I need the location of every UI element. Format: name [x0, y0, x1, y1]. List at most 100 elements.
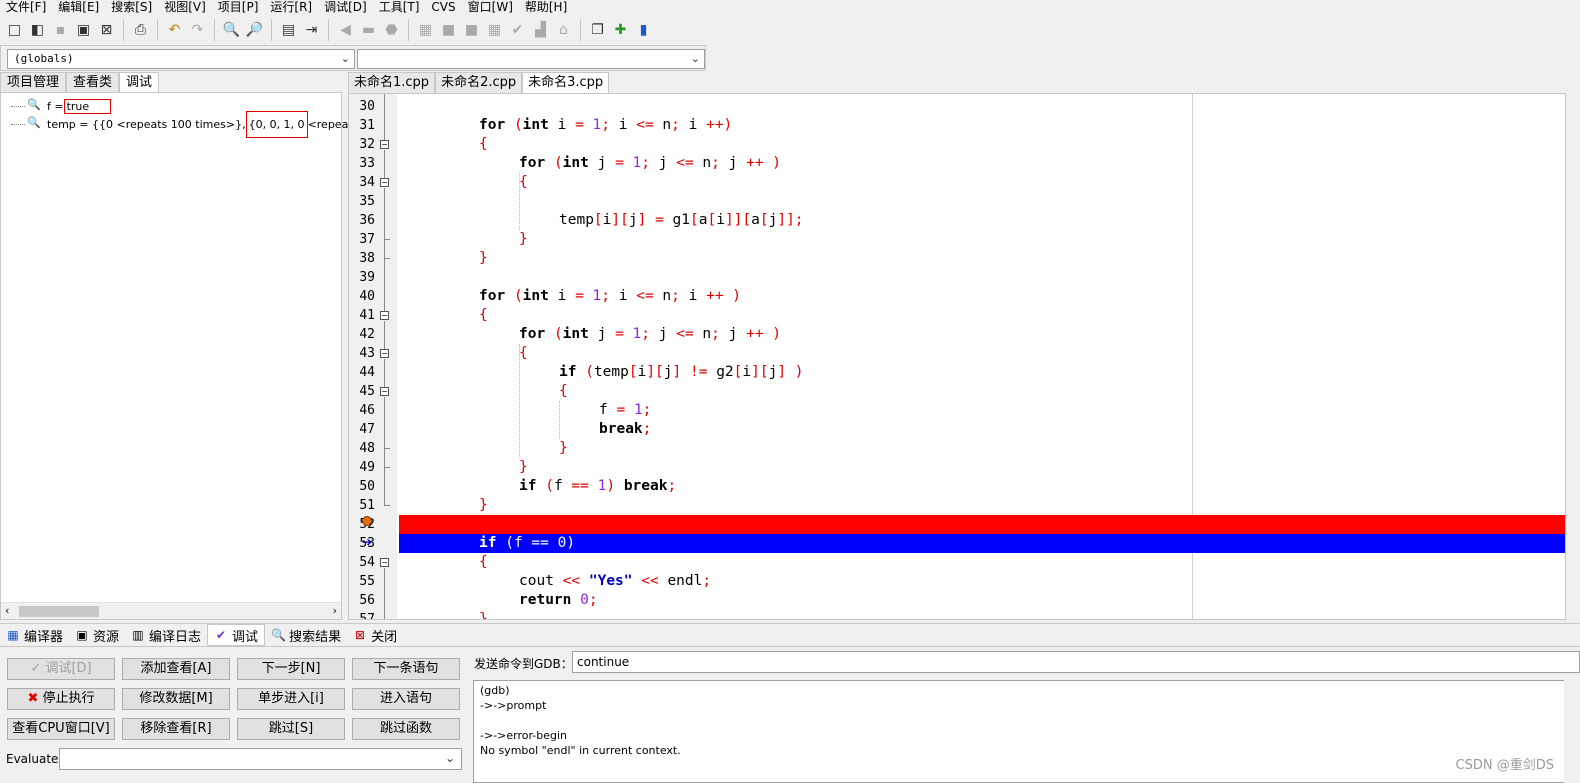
stop-icon[interactable]: ⬣: [381, 20, 402, 41]
tab-file-3[interactable]: 未命名3.cpp: [522, 72, 610, 93]
new-file-icon[interactable]: □: [4, 20, 25, 41]
menu-project[interactable]: 项目[P]: [212, 0, 265, 15]
menu-file[interactable]: 文件[F]: [0, 0, 52, 15]
toolbar-separator: [123, 19, 124, 41]
tab-debug-panel[interactable]: ✔ 调试: [207, 624, 266, 646]
fold-line: [384, 150, 385, 178]
fold-line: [384, 188, 385, 311]
breakpoint-icon[interactable]: [362, 516, 372, 526]
menu-window[interactable]: 窗口[W]: [462, 0, 519, 15]
horizontal-scrollbar[interactable]: ‹ ›: [1, 602, 341, 619]
tab-file-2[interactable]: 未命名2.cpp: [435, 72, 523, 93]
code-line-57: }: [479, 611, 488, 620]
tab-class-browser[interactable]: 查看类: [66, 72, 120, 92]
close-file-icon[interactable]: ⊠: [96, 20, 117, 41]
chart-icon[interactable]: ▟: [530, 20, 551, 41]
watch-value: {0, 0, 1, 0: [245, 110, 308, 138]
fold-toggle-icon[interactable]: −: [380, 558, 389, 567]
fold-toggle-icon[interactable]: −: [380, 311, 389, 320]
code-line-34: {: [519, 174, 528, 190]
fold-toggle-icon[interactable]: −: [380, 140, 389, 149]
modify-data-button[interactable]: 修改数据[M]: [122, 688, 230, 710]
execution-arrow-icon: ➔: [362, 535, 373, 549]
current-execution-line: if (f == 0): [399, 534, 1565, 553]
menu-tools[interactable]: 工具[T]: [373, 0, 426, 15]
tab-debug[interactable]: 调试: [119, 72, 160, 92]
chevron-down-icon[interactable]: ⌄: [445, 751, 455, 765]
evaluate-input[interactable]: ⌄: [59, 748, 462, 770]
scroll-right-icon[interactable]: ›: [333, 604, 337, 617]
print-icon[interactable]: ⎙: [130, 20, 151, 41]
add-watch-button[interactable]: 添加查看[A]: [122, 658, 230, 680]
tab-search-results[interactable]: 🔍 搜索结果: [265, 624, 347, 646]
tab-compiler[interactable]: ▦ 编译器: [0, 624, 69, 646]
line-number: 56: [359, 593, 375, 608]
into-statement-button[interactable]: 进入语句: [352, 688, 460, 710]
save-icon[interactable]: ▪: [50, 20, 71, 41]
gdb-output-line: ->->error-begin: [480, 729, 568, 742]
menu-search[interactable]: 搜索[S]: [105, 0, 158, 15]
menu-edit[interactable]: 编辑[E]: [52, 0, 105, 15]
tab-compile-log[interactable]: ▥ 编译日志: [125, 624, 207, 646]
tab-file-1[interactable]: 未命名1.cpp: [348, 72, 436, 93]
save-all-icon[interactable]: ▣: [73, 20, 94, 41]
scroll-left-icon[interactable]: ‹: [5, 604, 9, 617]
block2-icon[interactable]: ■: [461, 20, 482, 41]
code-area[interactable]: for (int i = 1; i <= n; i ++) { for (int…: [399, 94, 1565, 619]
menu-cvs[interactable]: CVS: [425, 0, 461, 15]
scope-combo[interactable]: (globals) ⌄: [7, 49, 355, 69]
block-icon[interactable]: ■: [438, 20, 459, 41]
toolbar: □ ◧ ▪ ▣ ⊠ ⎙ ↶ ↷ 🔍 🔎 ▤ ⇥ ◀ ▬ ⬣ ▦ ■ ■ ▦ ✔ …: [0, 16, 654, 44]
remove-watch-button[interactable]: 移除查看[R]: [122, 718, 230, 740]
undo-icon[interactable]: ↶: [164, 20, 185, 41]
menu-debug[interactable]: 调试[D]: [318, 0, 373, 15]
watch-row[interactable]: 🔍 temp = {{0 <repeats 100 times>}, {0, 0…: [11, 110, 387, 138]
next-statement-button[interactable]: 下一条语句: [352, 658, 460, 680]
skip-button[interactable]: 跳过[S]: [237, 718, 345, 740]
skip-function-button[interactable]: 跳过函数: [352, 718, 460, 740]
grid-icon[interactable]: ▦: [415, 20, 436, 41]
scroll-thumb[interactable]: [19, 606, 99, 617]
back-icon[interactable]: ◀: [335, 20, 356, 41]
tab-project-manager[interactable]: 项目管理: [0, 72, 67, 92]
window-icon[interactable]: ❐: [587, 20, 608, 41]
editor-vertical-scrollbar[interactable]: [1566, 93, 1580, 620]
watch-row[interactable]: 🔍 f = true: [11, 97, 111, 115]
tile-icon[interactable]: ▦: [484, 20, 505, 41]
fold-toggle-icon[interactable]: −: [380, 387, 389, 396]
fold-line: [384, 94, 385, 140]
menu-view[interactable]: 视图[V]: [158, 0, 212, 15]
house-icon[interactable]: ⌂: [553, 20, 574, 41]
redo-icon[interactable]: ↷: [187, 20, 208, 41]
book-icon[interactable]: ▮: [633, 20, 654, 41]
fold-toggle-icon[interactable]: −: [380, 349, 389, 358]
code-line-46: f = 1;: [599, 402, 652, 418]
code-line-36: temp[i][j] = g1[a[i]][a[j]];: [559, 212, 804, 228]
tab-close[interactable]: ⊠ 关闭: [347, 624, 403, 646]
forward-icon[interactable]: ▬: [358, 20, 379, 41]
function-combo[interactable]: ⌄: [357, 49, 705, 69]
gdb-command-input[interactable]: continue: [572, 651, 1580, 673]
gdb-output-scrollbar[interactable]: [1564, 680, 1580, 783]
debug-button[interactable]: ✓ 调试[D]: [7, 658, 115, 680]
open-file-icon[interactable]: ◧: [27, 20, 48, 41]
stop-execution-button[interactable]: ✖ 停止执行: [7, 688, 115, 710]
replace-icon[interactable]: 🔎: [244, 20, 265, 41]
goto-line-icon[interactable]: ⇥: [301, 20, 322, 41]
fold-toggle-icon[interactable]: −: [380, 178, 389, 187]
step-into-button[interactable]: 单步进入[i]: [237, 688, 345, 710]
cpu-window-button[interactable]: 查看CPU窗口[V]: [7, 718, 115, 740]
menu-run[interactable]: 运行[R]: [264, 0, 318, 15]
menu-help[interactable]: 帮助[H]: [519, 0, 573, 15]
compile-icon[interactable]: ▤: [278, 20, 299, 41]
code-editor[interactable]: 30 31 32 33 34 35 36 37 38 39 40 41 42 4…: [348, 93, 1566, 620]
find-icon[interactable]: 🔍: [221, 20, 242, 41]
next-step-button[interactable]: 下一步[N]: [237, 658, 345, 680]
tab-resources[interactable]: ▣ 资源: [69, 624, 125, 646]
code-line-42: for (int j = 1; j <= n; j ++ ): [519, 326, 782, 342]
check-icon[interactable]: ✔: [507, 20, 528, 41]
gdb-output-line: No symbol "endl" in current context.: [480, 744, 681, 757]
add-icon[interactable]: ✚: [610, 20, 631, 41]
gdb-output-line: (gdb): [480, 684, 510, 697]
menu-bar: 文件[F] 编辑[E] 搜索[S] 视图[V] 项目[P] 运行[R] 调试[D…: [0, 0, 1580, 15]
